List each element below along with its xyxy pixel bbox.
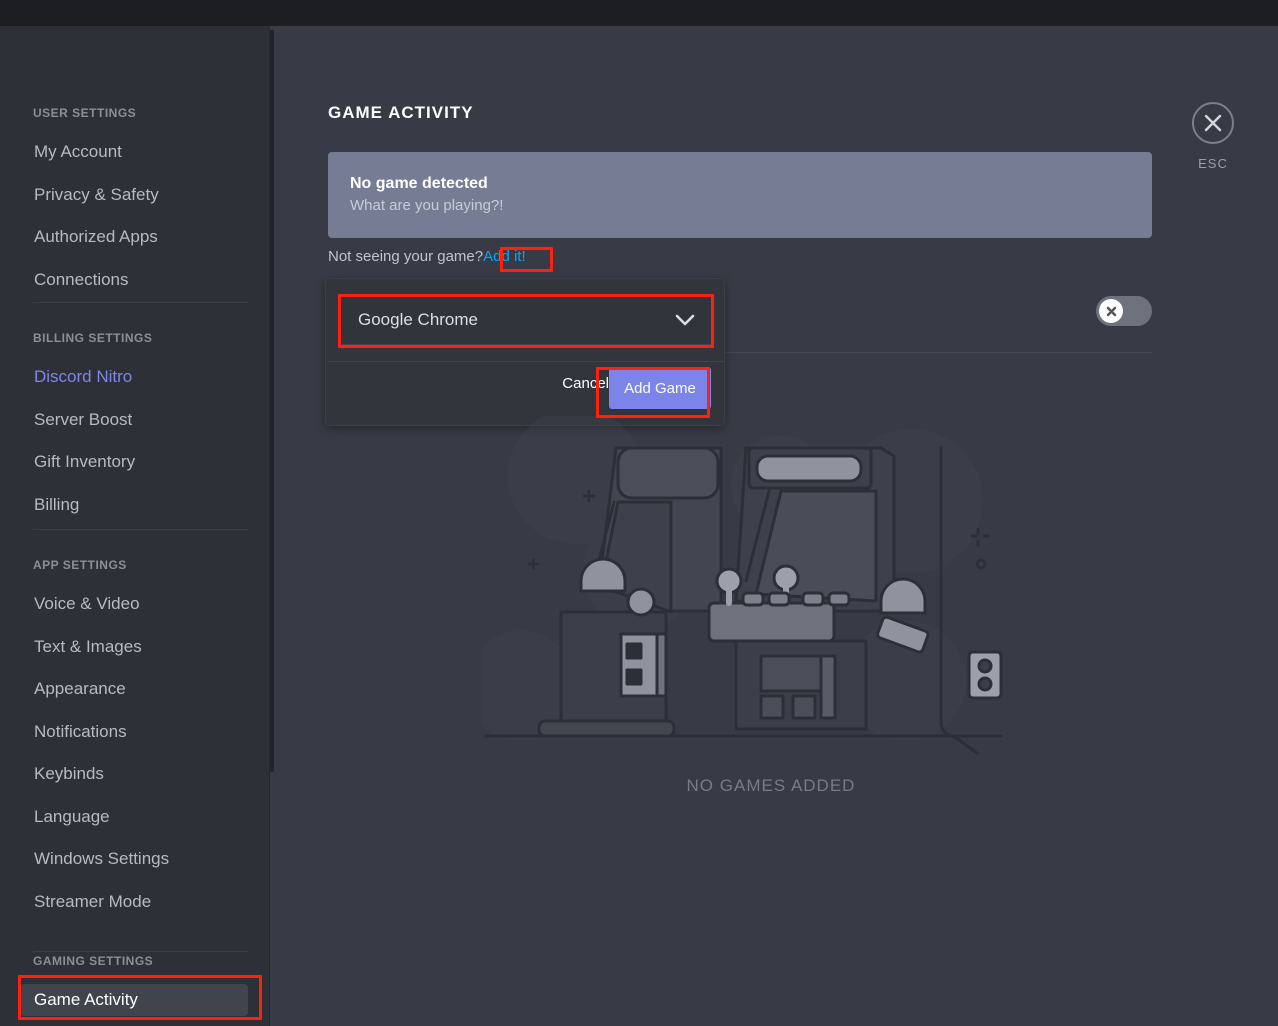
sidebar-item-voice-video[interactable]: Voice & Video: [20, 588, 248, 620]
sidebar-category-user-settings: USER SETTINGS: [33, 106, 137, 120]
sidebar-item-keybinds[interactable]: Keybinds: [20, 758, 248, 790]
sidebar-category-app-settings: APP SETTINGS: [33, 558, 127, 572]
sidebar-item-label: Notifications: [34, 721, 127, 741]
settings-content-pane: GAME ACTIVITY ESC No game detected What …: [271, 26, 1278, 1026]
sidebar-item-language[interactable]: Language: [20, 801, 248, 833]
window-title-bar: [0, 0, 1278, 26]
sidebar-divider-1: [33, 529, 248, 530]
settings-sidebar: USER SETTINGS My Account Privacy & Safety A…: [0, 26, 270, 1026]
sidebar-item-connections[interactable]: Connections: [20, 264, 248, 296]
sidebar-item-label: Streamer Mode: [34, 891, 152, 911]
sidebar-item-label: Language: [34, 806, 110, 826]
sidebar-item-game-activity[interactable]: Game Activity: [20, 984, 248, 1016]
sidebar-item-label: Gift Inventory: [34, 452, 136, 471]
sidebar-divider-2: [33, 951, 248, 952]
sidebar-item-label: Discord Nitro: [34, 367, 133, 386]
sidebar-item-streamer-mode[interactable]: Streamer Mode: [20, 886, 248, 918]
sidebar-item-text-images[interactable]: Text & Images: [20, 631, 248, 663]
sidebar-item-label: Game Activity: [34, 990, 138, 1009]
sidebar-item-authorized-apps[interactable]: Authorized Apps: [20, 221, 248, 253]
sidebar-item-windows-settings[interactable]: Windows Settings: [20, 843, 248, 875]
sidebar-item-label: Billing: [34, 494, 80, 514]
sidebar-item-notifications[interactable]: Notifications: [20, 716, 248, 748]
sidebar-item-privacy-safety[interactable]: Privacy & Safety: [20, 179, 248, 211]
sidebar-item-label: My Account: [34, 142, 122, 161]
sidebar-item-label: Server Boost: [34, 409, 133, 429]
sidebar-item-label: Text & Images: [34, 636, 142, 656]
sidebar-item-billing[interactable]: Billing: [20, 489, 248, 521]
sidebar-item-label: Authorized Apps: [34, 227, 158, 246]
empty-state: NO GAMES ADDED: [271, 26, 1278, 1026]
sidebar-item-label: Voice & Video: [34, 594, 140, 613]
sidebar-item-appearance[interactable]: Appearance: [20, 673, 248, 705]
sidebar-items-list: USER SETTINGS My Account Privacy & Safety A…: [0, 26, 270, 1026]
empty-state-label: NO GAMES ADDED: [686, 776, 856, 795]
sidebar-item-label: Appearance: [34, 679, 126, 698]
sidebar-item-label: Connections: [34, 269, 129, 289]
sidebar-divider-0: [33, 302, 248, 303]
sidebar-item-label: Keybinds: [34, 764, 104, 783]
arcade-cabinets-illustration: [481, 416, 1003, 755]
sidebar-item-label: Windows Settings: [34, 849, 170, 868]
sidebar-category-billing-settings: BILLING SETTINGS: [33, 331, 153, 345]
sidebar-item-my-account[interactable]: My Account: [20, 136, 248, 168]
sidebar-category-gaming-settings: GAMING SETTINGS: [33, 954, 154, 968]
sidebar-item-gift-inventory[interactable]: Gift Inventory: [20, 446, 248, 478]
discord-user-settings-window: USER SETTINGS My Account Privacy & Safety A…: [0, 0, 1278, 1026]
sidebar-item-discord-nitro[interactable]: Discord Nitro: [20, 361, 248, 393]
sidebar-item-server-boost[interactable]: Server Boost: [20, 404, 248, 436]
sidebar-item-label: Privacy & Safety: [34, 184, 159, 204]
